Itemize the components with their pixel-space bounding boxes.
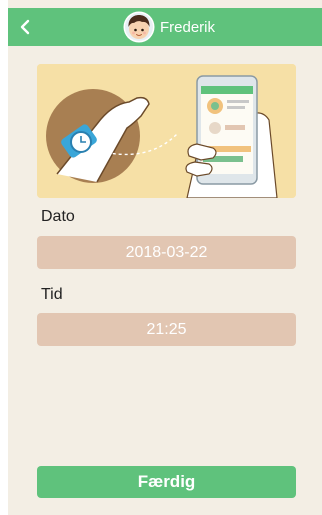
time-value: 21:25: [146, 320, 187, 338]
back-button[interactable]: [11, 12, 39, 42]
done-button[interactable]: Færdig: [37, 466, 296, 498]
illustration-art: [37, 64, 296, 198]
watch-sync-illustration: [37, 64, 296, 198]
date-field[interactable]: 2018-03-22: [37, 236, 296, 269]
time-field[interactable]: 21:25: [37, 313, 296, 346]
date-label: Dato: [41, 208, 75, 225]
header-title-group: Frederik: [123, 11, 215, 43]
app-header: Frederik: [8, 8, 322, 46]
page-title: Frederik: [160, 18, 216, 36]
screen: Frederik Dato 2018-03-22 Tid 21:25 Færdi…: [8, 0, 322, 515]
date-value: 2018-03-22: [125, 243, 208, 261]
child-avatar-icon: [123, 11, 155, 43]
time-label: Tid: [41, 286, 63, 303]
chevron-left-icon: [20, 19, 30, 35]
